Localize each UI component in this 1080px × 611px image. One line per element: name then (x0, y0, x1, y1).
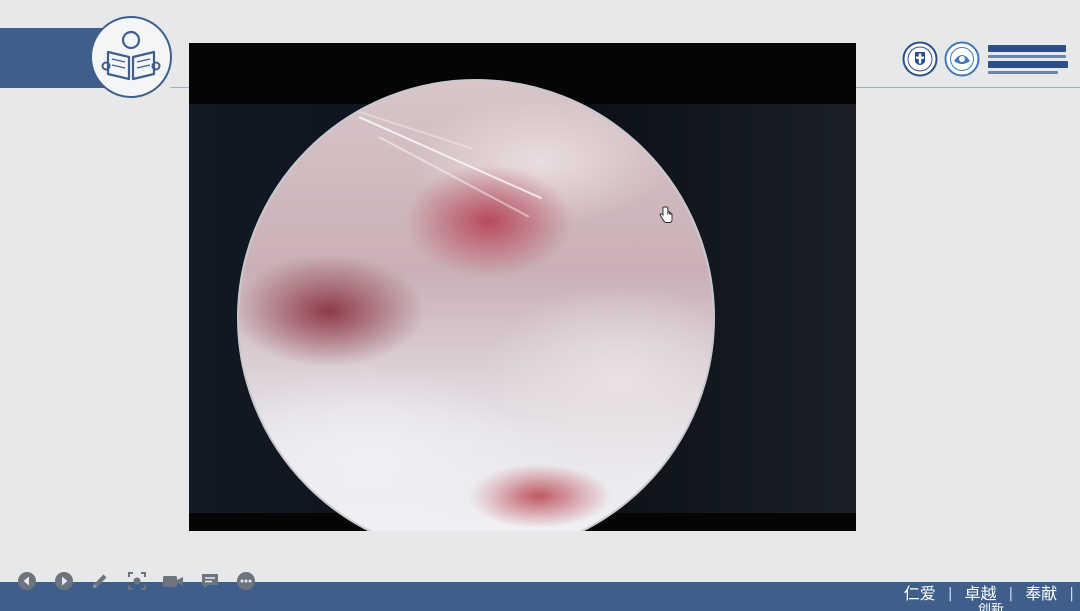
motto-word-4: 创新 (978, 603, 1005, 611)
hospital-name-logo (988, 44, 1068, 74)
motto-separator: | (1069, 586, 1074, 602)
subtitle-icon (201, 574, 218, 589)
university-seal-icon (944, 41, 980, 77)
hospital-seal-icon (902, 41, 938, 77)
motto-word-2: 卓越 (964, 584, 997, 603)
previous-icon (18, 572, 36, 590)
camera-button[interactable] (162, 570, 184, 592)
more-button[interactable] (235, 570, 257, 592)
slide-page: 仁爱 | 卓越 | 奉献 | 创新 (0, 0, 1080, 611)
hospital-logos (902, 38, 1072, 80)
focus-button[interactable] (126, 570, 148, 592)
pen-button[interactable] (89, 570, 111, 592)
video-player[interactable] (189, 43, 856, 531)
arthroscopic-view (237, 79, 715, 531)
hand-pointer-icon (659, 206, 673, 223)
presentation-toolbar (16, 570, 272, 592)
header-rule-right (856, 87, 1080, 88)
motto-word-3: 奉献 (1025, 584, 1058, 603)
pen-icon (93, 574, 107, 588)
subtitle-button[interactable] (199, 570, 221, 592)
focus-icon (127, 572, 146, 590)
video-content (189, 79, 856, 531)
reading-book-icon (90, 16, 172, 98)
next-icon (54, 572, 73, 590)
motto-word-1: 仁爱 (903, 584, 936, 603)
camera-icon (163, 576, 183, 587)
more-icon (237, 572, 255, 590)
header-rule-left (170, 87, 190, 88)
next-button[interactable] (53, 570, 75, 592)
previous-button[interactable] (16, 570, 38, 592)
